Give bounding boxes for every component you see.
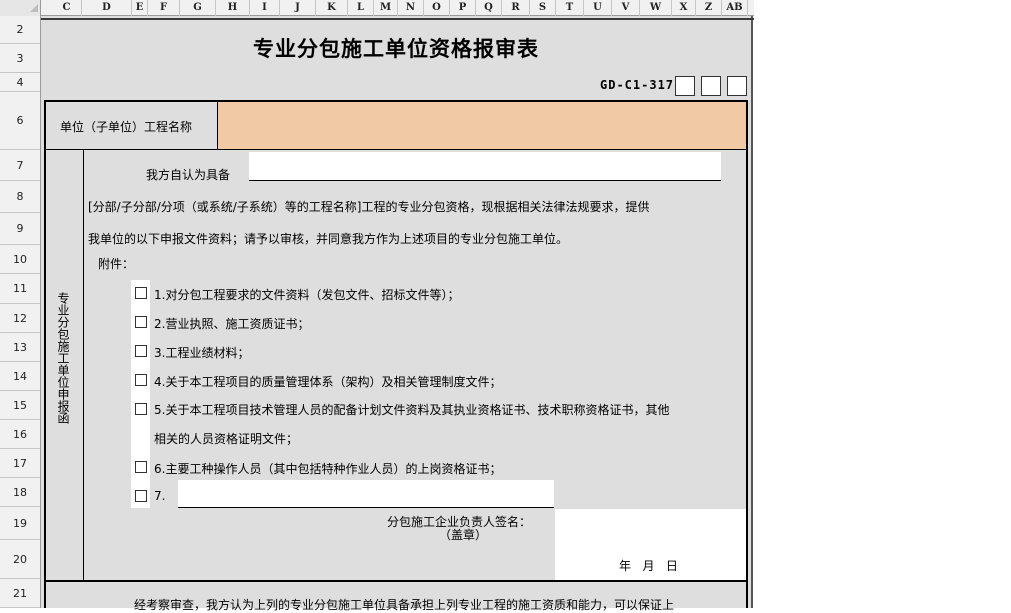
- item-7-text: 7.: [154, 489, 166, 503]
- item-1-checkbox[interactable]: [133, 285, 149, 301]
- column-header-bar: C D E F G H I J K L M N O P Q R S T U V W X Z AB: [0, 0, 754, 16]
- select-all-triangle-icon: [30, 4, 38, 12]
- row-header-15[interactable]: 15: [0, 391, 40, 420]
- column-header-h[interactable]: H: [216, 0, 250, 16]
- project-name-label: 单位（子单位）工程名称: [60, 120, 193, 134]
- row-header-14[interactable]: 14: [0, 362, 40, 391]
- row-header-6[interactable]: 6: [0, 92, 40, 150]
- item-1-text: 1.对分包工程要求的文件资料（发包文件、招标文件等）；: [154, 288, 460, 302]
- intro-prefix-text: 我方自认为具备: [146, 168, 231, 182]
- column-header-e[interactable]: E: [132, 0, 148, 16]
- column-header-q[interactable]: Q: [476, 0, 502, 16]
- item-5-text: 5.关于本工程项目技术管理人员的配备计划文件资料及其执业资格证书、技术职称资格证…: [154, 403, 670, 417]
- qualification-input[interactable]: [249, 152, 721, 181]
- row-header-19[interactable]: 19: [0, 507, 40, 540]
- column-header-t[interactable]: T: [556, 0, 584, 16]
- column-header-d[interactable]: D: [82, 0, 132, 16]
- item-5-continuation-text: 相关的人员资格证明文件；: [154, 432, 299, 446]
- column-header-p[interactable]: P: [450, 0, 476, 16]
- row-header-20[interactable]: 20: [0, 540, 40, 579]
- project-name-input[interactable]: [218, 102, 746, 149]
- column-header-n[interactable]: N: [398, 0, 424, 16]
- column-header-w[interactable]: W: [640, 0, 672, 16]
- seal-label: （盖章）: [439, 528, 488, 542]
- column-header-o[interactable]: O: [424, 0, 450, 16]
- code-box-1[interactable]: [675, 76, 695, 96]
- column-header-m[interactable]: M: [374, 0, 398, 16]
- row-header-21[interactable]: 21: [0, 579, 40, 608]
- column-header-s[interactable]: S: [530, 0, 556, 16]
- paragraph-line-1: [分部/子分部/分项（或系统/子系统）等的工程名称]工程的专业分包资格，现根据相…: [88, 200, 650, 214]
- item-7-input[interactable]: [178, 480, 554, 508]
- row-header-17[interactable]: 17: [0, 449, 40, 478]
- row-header-12[interactable]: 12: [0, 304, 40, 333]
- column-header-z[interactable]: Z: [696, 0, 722, 16]
- row-header-16[interactable]: 16: [0, 420, 40, 449]
- paragraph-line-2: 我单位的以下申报文件资料；请予以审核，并同意我方作为上述项目的专业分包施工单位。: [88, 232, 569, 246]
- column-header-g[interactable]: G: [180, 0, 216, 16]
- code-box-2[interactable]: [701, 76, 721, 96]
- item-4-text: 4.关于本工程项目的质量管理体系（架构）及相关管理制度文件；: [154, 375, 502, 389]
- date-label: 年 月 日: [619, 559, 678, 573]
- form-left-border: [44, 100, 46, 608]
- column-header-i[interactable]: I: [250, 0, 280, 16]
- freeze-pane-line: [41, 18, 754, 20]
- form-right-border: [746, 100, 748, 608]
- row-header-4[interactable]: 4: [0, 73, 40, 92]
- column-header-k[interactable]: K: [316, 0, 348, 16]
- column-header-j[interactable]: J: [280, 0, 316, 16]
- item-6-text: 6.主要工种操作人员（其中包括特种作业人员）的上岗资格证书；: [154, 462, 502, 476]
- item-7-checkbox[interactable]: [133, 488, 149, 504]
- row-header-18[interactable]: 18: [0, 478, 40, 507]
- column-header-v[interactable]: V: [612, 0, 640, 16]
- item-2-text: 2.营业执照、施工资质证书；: [154, 317, 310, 331]
- row-header-3[interactable]: 3: [0, 44, 40, 73]
- column-header-f[interactable]: F: [148, 0, 180, 16]
- project-row-border: [44, 149, 748, 150]
- side-label-application-letter: 专业分包施工单位申报函: [56, 292, 70, 424]
- review-opinion-text: 经考察审查，我方认为上列的专业分包施工单位具备承担上列专业工程的施工资质和能力，…: [134, 598, 675, 612]
- row-header-8[interactable]: 8: [0, 181, 40, 213]
- column-header-c[interactable]: C: [52, 0, 82, 16]
- side-column-border: [83, 150, 84, 580]
- column-header-l[interactable]: L: [348, 0, 374, 16]
- item-3-checkbox[interactable]: [133, 343, 149, 359]
- row-header-9[interactable]: 9: [0, 213, 40, 245]
- item-3-text: 3.工程业绩材料；: [154, 346, 250, 360]
- form-code: GD-C1-317: [600, 78, 675, 92]
- row-header-7[interactable]: 7: [0, 150, 40, 181]
- item-4-checkbox[interactable]: [133, 372, 149, 388]
- page-title: 专业分包施工单位资格报审表: [253, 37, 539, 61]
- item-6-checkbox[interactable]: [133, 459, 149, 475]
- letter-bottom-border: [44, 580, 748, 582]
- column-header-ab[interactable]: AB: [722, 0, 748, 16]
- column-header-u[interactable]: U: [584, 0, 612, 16]
- column-header-x[interactable]: X: [672, 0, 696, 16]
- sheet-right-border: [751, 16, 753, 608]
- item-2-checkbox[interactable]: [133, 314, 149, 330]
- item-5-checkbox[interactable]: [133, 401, 149, 417]
- row-header-13[interactable]: 13: [0, 333, 40, 362]
- row-header-11[interactable]: 11: [0, 274, 40, 304]
- attachments-label: 附件：: [98, 257, 135, 271]
- row-header-bar: 2 3 4 6 7 8 9 10 11 12 13 14 15 16 17 18 19 20 21: [0, 16, 41, 608]
- code-box-3[interactable]: [727, 76, 747, 96]
- column-header-r[interactable]: R: [502, 0, 530, 16]
- row-header-10[interactable]: 10: [0, 245, 40, 274]
- row-header-2[interactable]: 2: [0, 16, 40, 44]
